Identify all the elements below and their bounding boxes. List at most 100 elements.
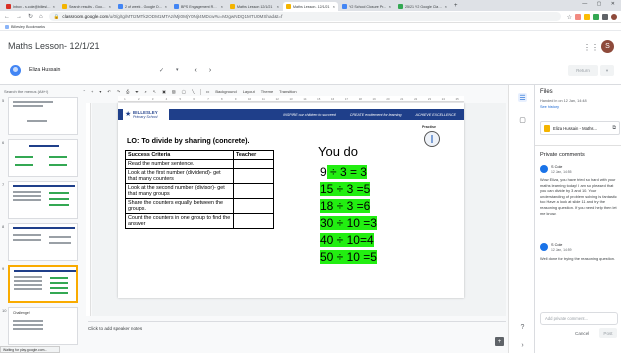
browser-tab[interactable]: Maths Lesson 12/1/21 ×	[227, 2, 282, 11]
slide-canvas[interactable]: INSPIRE our children to succeed CREATE e…	[118, 103, 464, 298]
slide-thumbnail[interactable]: 7	[2, 181, 82, 219]
paint-format-icon[interactable]: ⌯	[134, 89, 139, 94]
cancel-button[interactable]: Cancel	[575, 331, 589, 336]
shape-icon[interactable]: ◯	[181, 89, 187, 94]
transition-button[interactable]: Transition	[278, 89, 297, 94]
table-header: Success Criteria	[125, 150, 234, 160]
slide-filmstrip[interactable]: 5 6 7 8 9 10 Challenge!	[0, 97, 82, 349]
slide-thumbnail[interactable]: 8	[2, 223, 82, 261]
line-icon[interactable]: ╲	[191, 89, 195, 94]
explore-plus-icon[interactable]: +	[495, 337, 504, 346]
student-selector[interactable]: Eliza Hussain ✓ ▾ ‹ ›	[10, 64, 223, 76]
browser-tab[interactable]: 25/21 Y2 Google Clas... ×	[395, 2, 450, 11]
chevron-up-icon[interactable]: ⌃	[83, 89, 86, 94]
close-tab-icon[interactable]: ×	[445, 4, 447, 9]
slide-preview[interactable]	[8, 181, 78, 219]
comment-avatar	[540, 243, 548, 251]
table-row: Look at the second number (divisor)- get…	[125, 183, 274, 199]
comments-panel-icon[interactable]: ▢	[518, 115, 527, 124]
return-button[interactable]: Return	[568, 65, 598, 76]
cursor-icon[interactable]: ↖	[152, 89, 157, 94]
close-tab-icon[interactable]: ×	[165, 4, 167, 9]
browser-tab[interactable]: 2 of week - Google Do... ×	[115, 2, 170, 11]
slide-preview[interactable]	[8, 223, 78, 261]
back-icon[interactable]: ←	[4, 14, 10, 20]
close-tab-icon[interactable]: ×	[277, 4, 279, 9]
slide-preview[interactable]: Challenge!	[8, 307, 78, 345]
zoom-icon[interactable]: ⌕	[143, 89, 147, 94]
slide-thumbnail[interactable]: 5	[2, 97, 82, 135]
help-icon[interactable]: ?	[518, 323, 527, 332]
chevron-down-icon[interactable]: ▾	[176, 67, 179, 73]
side-rail: ☰ ▢ ? ›	[508, 85, 534, 353]
equation[interactable]: 50 ÷ 10 =5	[320, 250, 377, 264]
table-row: Read the number sentence.	[125, 159, 274, 169]
profile-icon[interactable]	[611, 13, 617, 20]
avatar[interactable]: S	[601, 40, 614, 53]
bookmark-folder[interactable]: Billesley Bookmarks	[11, 25, 45, 29]
layout-button[interactable]: Layout	[242, 89, 256, 94]
background-button[interactable]: Background	[214, 89, 237, 94]
print-icon[interactable]: ⎙	[125, 89, 130, 94]
extension-icon[interactable]	[593, 13, 599, 20]
chevron-right-icon[interactable]: ›	[518, 341, 527, 350]
next-student-icon[interactable]: ›	[209, 67, 211, 74]
close-tab-icon[interactable]: ×	[221, 4, 223, 9]
comment-icon[interactable]: ▭	[205, 89, 211, 94]
speaker-notes[interactable]: Click to add speaker notes	[88, 326, 142, 331]
add-comment-input[interactable]: Add private comment...	[540, 312, 618, 325]
return-dropdown-icon[interactable]: ▾	[600, 65, 614, 76]
textbox-icon[interactable]: ▣	[161, 89, 167, 94]
image-icon[interactable]: ▨	[171, 89, 177, 94]
slide-preview-selected[interactable]	[8, 265, 78, 303]
comment-text: Well done for trying the reasoning quest…	[540, 256, 615, 261]
equation[interactable]: 18 ÷ 3 =6	[320, 199, 371, 213]
see-history-link[interactable]: See history	[540, 105, 559, 109]
slide-preview[interactable]	[8, 139, 78, 177]
forward-icon[interactable]: →	[16, 14, 22, 20]
previous-student-icon[interactable]: ‹	[195, 67, 197, 74]
browser-tab[interactable]: Y2 School Closure Pr... ×	[339, 2, 394, 11]
close-tab-icon[interactable]: ×	[53, 4, 55, 9]
browser-tab[interactable]: Inbox - s.cole@billesle... ×	[3, 2, 58, 11]
close-tab-icon[interactable]: ×	[389, 4, 391, 9]
redo-icon[interactable]: ↷	[116, 89, 121, 94]
slide-thumbnail[interactable]: 10 Challenge!	[2, 307, 82, 345]
notes-divider[interactable]	[88, 321, 506, 322]
chevron-down-icon[interactable]: ▾	[98, 89, 102, 94]
teacher-cell	[233, 213, 274, 229]
ruler-tick: 22	[414, 97, 418, 101]
extension-icon[interactable]	[575, 13, 581, 20]
equation[interactable]: 30 ÷ 10 =3	[320, 216, 377, 230]
reload-icon[interactable]: ↻	[28, 13, 33, 20]
url-field[interactable]: 🔒 classroom.google.com /u/0/g/tg/MTI2MTk…	[48, 12, 561, 21]
new-tab-button[interactable]: +	[454, 2, 458, 11]
close-tab-icon[interactable]: ×	[333, 4, 335, 9]
close-tab-icon[interactable]: ×	[109, 4, 111, 9]
slide-preview[interactable]	[8, 97, 78, 135]
menu-search[interactable]: Search the menus (Alt+/) ⌃	[4, 88, 86, 95]
files-panel-icon[interactable]: ☰	[518, 93, 527, 102]
equation[interactable]: 9 ÷ 3 = 3	[320, 165, 367, 179]
extension-icon[interactable]	[602, 13, 608, 20]
browser-tab[interactable]: Maths Lesson- 12/1/21 ×	[283, 2, 338, 11]
private-comments-heading: Private comments	[540, 152, 585, 158]
teacher-cell	[233, 159, 274, 169]
equation[interactable]: 40 ÷ 10=4	[320, 233, 374, 247]
slide-thumbnail[interactable]: 9	[2, 265, 82, 303]
attached-file[interactable]: Eliza Hussain - Maths... ⧉	[540, 121, 620, 135]
ruler-tick: 11	[261, 97, 265, 101]
theme-button[interactable]: Theme	[260, 89, 274, 94]
open-in-new-icon[interactable]: ⧉	[612, 125, 616, 131]
star-icon[interactable]: ☆	[566, 13, 572, 21]
add-icon[interactable]: +	[90, 89, 94, 94]
window-controls[interactable]: — ▢ ✕	[582, 1, 619, 7]
post-button[interactable]: Post	[599, 328, 617, 338]
browser-tab[interactable]: Search results - Google... ×	[59, 2, 114, 11]
equation[interactable]: 15 ÷ 3 =5	[320, 182, 371, 196]
slide-thumbnail[interactable]: 6	[2, 139, 82, 177]
undo-icon[interactable]: ↶	[106, 89, 111, 94]
extension-icon[interactable]	[584, 13, 590, 20]
home-icon[interactable]: ⌂	[39, 14, 43, 20]
browser-tab[interactable]: BPS Engagement Repo... ×	[171, 2, 226, 11]
